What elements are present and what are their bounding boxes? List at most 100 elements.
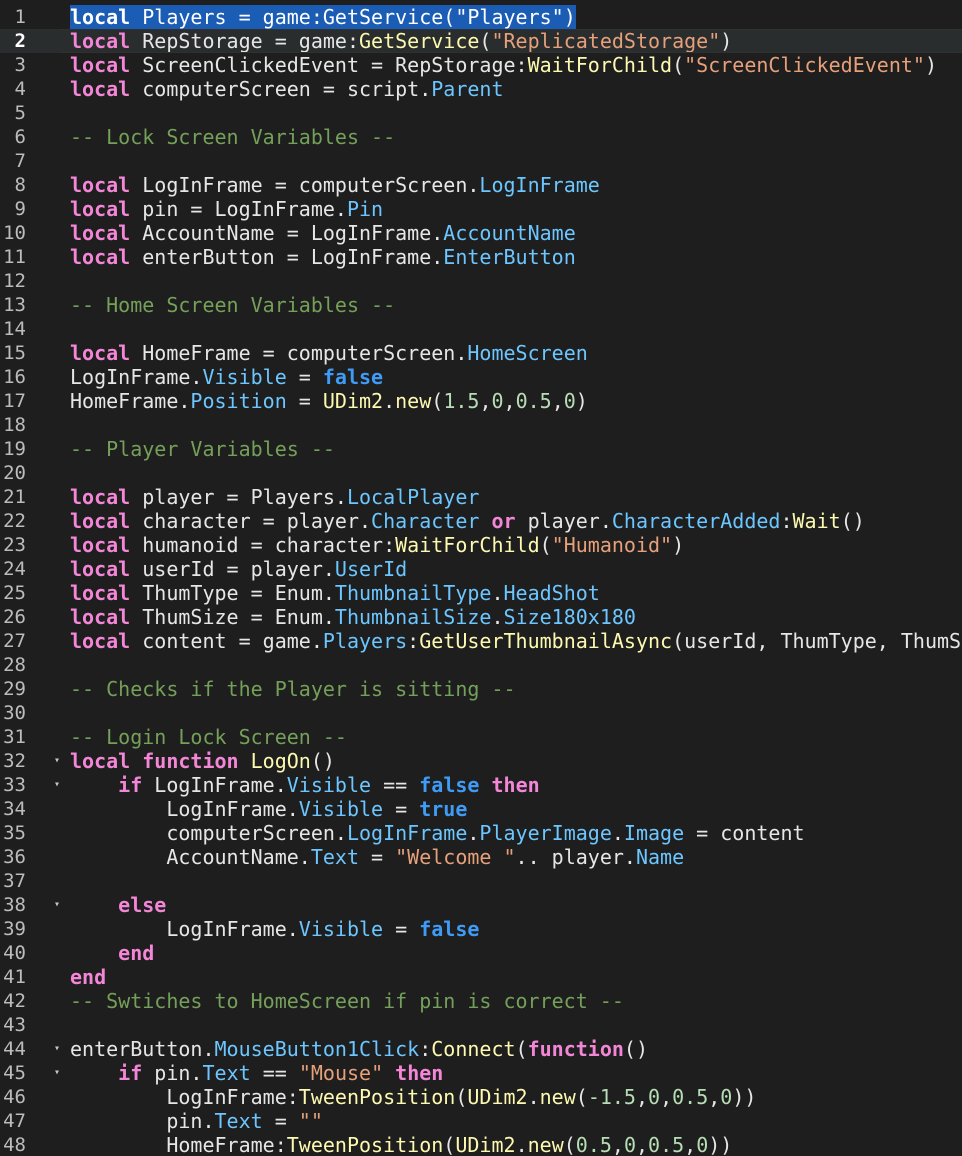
code-line[interactable]: 3 local ScreenClickedEvent = RepStorage:W…	[0, 53, 962, 77]
line-number: 14	[3, 318, 26, 340]
code-line[interactable]: 24 local userId = player.UserId	[0, 557, 962, 581]
code-line[interactable]: 48 HomeFrame:TweenPosition(UDim2.new(0.5…	[0, 1133, 962, 1156]
code-line[interactable]: 13 -- Home Screen Variables --	[0, 293, 962, 317]
code-line[interactable]: 15 local HomeFrame = computerScreen.HomeS…	[0, 341, 962, 365]
line-number: 15	[3, 342, 26, 364]
code-line[interactable]: 25 local ThumType = Enum.ThumbnailType.He…	[0, 581, 962, 605]
code-line[interactable]: 12	[0, 269, 962, 293]
code-token-kw: local	[70, 341, 131, 365]
code-line[interactable]: 14	[0, 317, 962, 341]
code-token-op: ,	[708, 1085, 721, 1109]
code-text: end	[70, 965, 106, 989]
code-token-id: .	[467, 821, 480, 845]
code-token-meth: TweenPosition	[286, 1133, 444, 1156]
code-token-prop: Text	[214, 1109, 263, 1133]
line-number: 27	[3, 630, 26, 652]
code-text: HomeFrame:TweenPosition(UDim2.new(0.5,0,…	[70, 1133, 732, 1156]
code-line[interactable]: 16 LogInFrame.Visible = false	[0, 365, 962, 389]
code-line[interactable]: 44 ▾ enterButton.MouseButton1Click:Connect…	[0, 1037, 962, 1061]
code-token-prop: Pin	[346, 197, 384, 221]
line-number: 7	[14, 150, 26, 172]
fold-arrow-icon[interactable]: ▾	[52, 749, 62, 773]
line-number: 44	[3, 1038, 26, 1060]
code-token-id: humanoid = character:	[130, 533, 396, 557]
code-line[interactable]: 42 -- Swtiches to HomeScreen if pin is co…	[0, 989, 962, 1013]
code-token-prop: Visible	[202, 365, 287, 389]
code-token-prop: AccountName	[443, 221, 576, 245]
code-line[interactable]: 40 end	[0, 941, 962, 965]
code-line[interactable]: 27 local content = game.Players:GetUserTh…	[0, 629, 962, 653]
code-token-bool: false	[419, 917, 480, 941]
code-line[interactable]: 19 -- Player Variables --	[0, 437, 962, 461]
code-line[interactable]: 18	[0, 413, 962, 437]
code-token-kw: local	[70, 29, 131, 53]
code-line[interactable]: 28	[0, 653, 962, 677]
fold-arrow-icon[interactable]: ▾	[52, 773, 62, 797]
code-line[interactable]: 26 local ThumSize = Enum.ThumbnailSize.Si…	[0, 605, 962, 629]
code-token-cmt: -- Home Screen Variables --	[70, 293, 396, 317]
code-token-kw: then	[491, 773, 540, 797]
code-line[interactable]: 9 local pin = LogInFrame.Pin	[0, 197, 962, 221]
line-number: 25	[3, 582, 26, 604]
line-number: 3	[14, 54, 26, 76]
code-line[interactable]: 32 ▾ local function LogOn()	[0, 749, 962, 773]
code-line[interactable]: 35 computerScreen.LogInFrame.PlayerImage…	[0, 821, 962, 845]
code-token-str: "ReplicatedStorage"	[491, 29, 721, 53]
script-editor[interactable]: 1 local Players = game:GetService("Player…	[0, 0, 962, 1156]
code-token-num: 0	[563, 389, 576, 413]
code-token-str: "ScreenClickedEvent"	[684, 53, 925, 77]
code-line[interactable]: 29 -- Checks if the Player is sitting --	[0, 677, 962, 701]
code-line[interactable]: 43	[0, 1013, 962, 1037]
code-line[interactable]: 22 local character = player.Character or …	[0, 509, 962, 533]
code-line[interactable]: 34 LogInFrame.Visible = true	[0, 797, 962, 821]
code-token-id: Players = game:GetService("Players")	[130, 5, 576, 29]
code-line[interactable]: 41 end	[0, 965, 962, 989]
code-line[interactable]: 31 -- Login Lock Screen --	[0, 725, 962, 749]
fold-arrow-icon[interactable]: ▾	[52, 893, 62, 917]
fold-arrow-icon[interactable]: ▾	[52, 1037, 62, 1061]
code-line[interactable]: 6 -- Lock Screen Variables --	[0, 125, 962, 149]
code-token-kw: then	[395, 1061, 444, 1085]
code-token-kw: local	[70, 629, 131, 653]
code-token-id: LogInFrame = computerScreen.	[130, 173, 480, 197]
code-token-prop: Text	[202, 1061, 251, 1085]
code-line[interactable]: 5	[0, 101, 962, 125]
code-line[interactable]: 11 local enterButton = LogInFrame.EnterBu…	[0, 245, 962, 269]
code-token-id: .	[527, 1085, 540, 1109]
code-line[interactable]: 20	[0, 461, 962, 485]
code-line[interactable]: 39 LogInFrame.Visible = false	[0, 917, 962, 941]
code-line[interactable]: 33 ▾ if LogInFrame.Visible == false then	[0, 773, 962, 797]
code-token-op: ()	[310, 749, 335, 773]
code-text: local AccountName = LogInFrame.AccountNa…	[70, 221, 576, 245]
code-token-num: 1.5	[443, 389, 480, 413]
fold-arrow-icon[interactable]: ▾	[52, 1061, 62, 1085]
code-line[interactable]: 2 local RepStorage = game:GetService("Rep…	[0, 29, 962, 53]
code-line[interactable]: 8 local LogInFrame = computerScreen.LogIn…	[0, 173, 962, 197]
code-line[interactable]: 38 ▾ else	[0, 893, 962, 917]
code-line[interactable]: 46 LogInFrame:TweenPosition(UDim2.new(-1…	[0, 1085, 962, 1109]
line-number: 12	[3, 270, 26, 292]
code-text: LogInFrame.Visible = false	[70, 365, 383, 389]
code-token-kw: local	[70, 509, 131, 533]
code-line[interactable]: 37	[0, 869, 962, 893]
code-line[interactable]: 10 local AccountName = LogInFrame.Account…	[0, 221, 962, 245]
code-line[interactable]: 21 local player = Players.LocalPlayer	[0, 485, 962, 509]
code-line[interactable]: 1 local Players = game:GetService("Player…	[0, 5, 962, 29]
code-line[interactable]: 47 pin.Text = ""	[0, 1109, 962, 1133]
code-line[interactable]: 23 local humanoid = character:WaitForChil…	[0, 533, 962, 557]
code-line[interactable]: 17 HomeFrame.Position = UDim2.new(1.5,0,0…	[0, 389, 962, 413]
code-token-id: =	[262, 1109, 299, 1133]
code-token-id: AccountName = LogInFrame.	[130, 221, 444, 245]
code-token-meth: new	[395, 389, 432, 413]
code-line[interactable]: 45 ▾ if pin.Text == "Mouse" then	[0, 1061, 962, 1085]
code-text: else	[70, 893, 166, 917]
code-line[interactable]: 4 local computerScreen = script.Parent	[0, 77, 962, 101]
code-line[interactable]: 30	[0, 701, 962, 725]
code-line[interactable]: 7	[0, 149, 962, 173]
code-text: local LogInFrame = computerScreen.LogInF…	[70, 173, 600, 197]
code-token-op: (	[443, 1133, 456, 1156]
code-token-id	[70, 893, 118, 917]
code-token-op: ,	[479, 389, 492, 413]
code-text: local userId = player.UserId	[70, 557, 407, 581]
code-line[interactable]: 36 AccountName.Text = "Welcome ".. playe…	[0, 845, 962, 869]
